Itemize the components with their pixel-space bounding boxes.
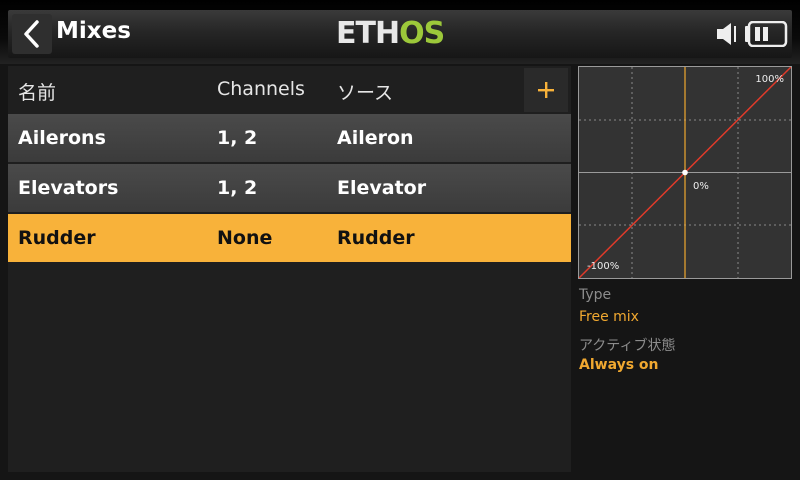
row-source: Aileron	[337, 127, 414, 149]
page-title: Mixes	[56, 18, 131, 44]
logo-text-os: OS	[399, 15, 445, 51]
column-header-source: ソース	[337, 82, 394, 104]
plus-icon	[538, 82, 554, 98]
mixes-table: 名前 Channels ソース Ailerons 1, 2 Aileron El…	[8, 66, 571, 472]
row-name: Rudder	[18, 227, 96, 249]
ethos-logo: ETH OS	[336, 15, 445, 51]
curve-label-max: 100%	[755, 74, 784, 85]
column-header-name: 名前	[18, 82, 57, 104]
active-condition-value: Always on	[579, 357, 659, 373]
mix-curve-preview: 100% 0% -100%	[578, 66, 792, 279]
curve-graph: 100% 0% -100%	[578, 66, 792, 279]
logo-text-eth: ETH	[336, 15, 400, 51]
type-value: Free mix	[579, 309, 639, 325]
type-label: Type	[579, 287, 612, 303]
row-channels: 1, 2	[217, 177, 258, 199]
battery-icon[interactable]	[744, 21, 788, 47]
back-button[interactable]	[12, 14, 52, 54]
column-header-channels: Channels	[217, 78, 305, 100]
header-bar: Mixes ETH OS	[0, 0, 800, 64]
row-channels: None	[217, 227, 273, 249]
table-row[interactable]: Ailerons 1, 2 Aileron	[8, 114, 571, 162]
table-row-selected[interactable]: Rudder None Rudder	[8, 214, 571, 262]
active-condition-label: アクティブ状態	[579, 338, 676, 354]
curve-label-min: -100%	[587, 261, 619, 272]
row-channels: 1, 2	[217, 127, 258, 149]
table-row[interactable]: Elevators 1, 2 Elevator	[8, 164, 571, 212]
speaker-icon[interactable]	[716, 22, 742, 46]
back-arrow-icon	[24, 20, 39, 48]
row-source: Elevator	[337, 177, 427, 199]
row-name: Ailerons	[18, 127, 106, 149]
curve-point	[682, 169, 688, 176]
table-header: 名前 Channels ソース	[8, 66, 571, 112]
curve-label-mid: 0%	[693, 181, 709, 192]
row-source: Rudder	[337, 227, 415, 249]
add-mix-button[interactable]	[524, 68, 568, 112]
row-name: Elevators	[18, 177, 119, 199]
